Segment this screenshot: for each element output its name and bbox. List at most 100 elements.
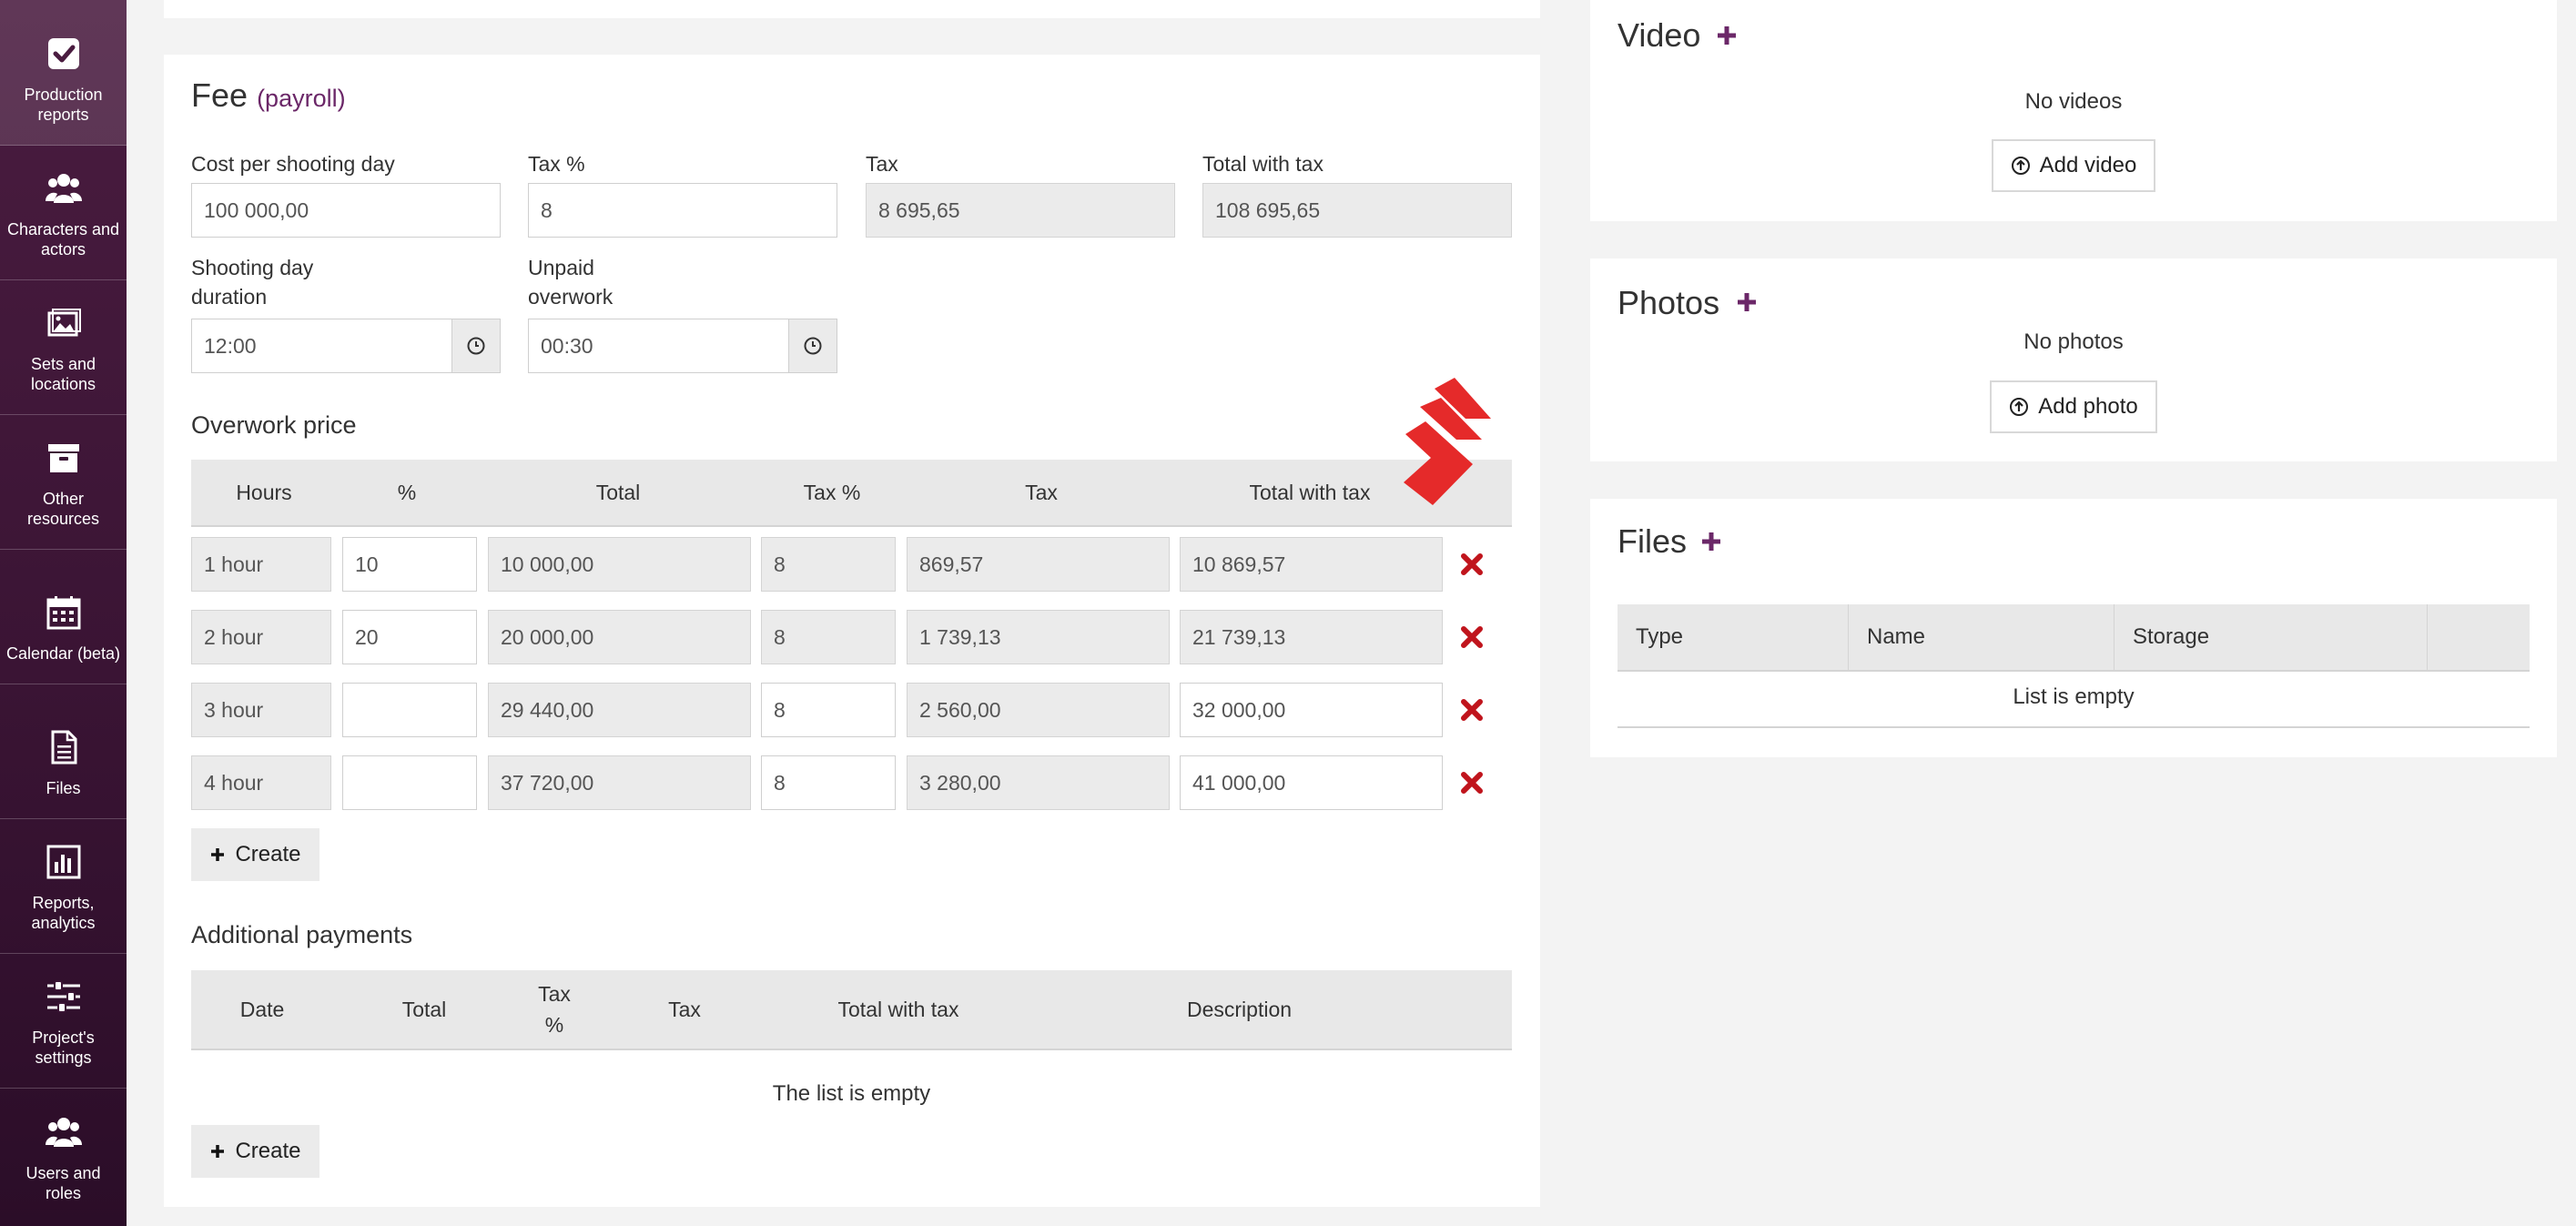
total-cell: 20 000,00 xyxy=(488,610,751,664)
cost-input[interactable]: 100 000,00 xyxy=(191,183,501,238)
additional-payments-empty: The list is empty xyxy=(772,1081,931,1106)
total-cell: 37 720,00 xyxy=(488,755,751,810)
percent-input[interactable] xyxy=(342,683,477,737)
duration-clock-button[interactable] xyxy=(451,319,501,373)
sidebar-item-users-and-roles[interactable]: Users and roles xyxy=(0,1089,127,1223)
column-header: % xyxy=(397,481,417,504)
sidebar-item-projects-settings[interactable]: Project's settings xyxy=(0,954,127,1089)
previous-card xyxy=(164,0,1540,18)
column-header-line: Tax xyxy=(538,982,571,1006)
overwork-price-title: Overwork price xyxy=(191,411,357,439)
tax-cell: 2 560,00 xyxy=(907,683,1170,737)
sidebar-item-label: Users and roles xyxy=(25,1164,101,1202)
image-icon xyxy=(47,309,81,337)
total-with-tax-input[interactable]: 41 000,00 xyxy=(1180,755,1443,810)
column-header: Total with tax xyxy=(837,998,959,1021)
checkbox-icon xyxy=(47,38,79,69)
clock-icon xyxy=(467,337,485,355)
column-header: Tax xyxy=(668,998,701,1021)
sidebar-item-label: Production reports xyxy=(24,86,103,124)
upload-circle-icon xyxy=(2010,398,2029,416)
sidebar-item-other-resources[interactable]: Other resources xyxy=(0,415,127,550)
add-video-button[interactable]: Add video xyxy=(1992,139,2155,192)
cost-label: Cost per shooting day xyxy=(191,152,395,176)
sidebar-item-label: Calendar (beta) xyxy=(5,644,121,663)
fee-subtitle: (payroll) xyxy=(257,85,346,112)
overwork-table-header: Hours % Total Tax % Tax Total with tax xyxy=(191,460,1512,527)
column-header: Tax xyxy=(1025,481,1058,504)
total-with-tax-label: Total with tax xyxy=(1202,152,1323,176)
column-header-line: % xyxy=(544,1013,564,1037)
column-header: Storage xyxy=(2115,604,2428,670)
additional-create-button[interactable]: Create xyxy=(191,1125,319,1178)
delete-icon[interactable] xyxy=(1458,769,1486,796)
tax-percent-label: Tax % xyxy=(528,152,585,176)
plus-icon xyxy=(211,848,225,861)
sidebar-item-production-reports[interactable]: Production reports xyxy=(0,0,127,146)
column-header-tax-percent: Tax % xyxy=(515,970,593,1049)
tax-percent-input[interactable]: 8 xyxy=(761,683,896,737)
column-header: Hours xyxy=(236,481,292,504)
tax-percent-input[interactable]: 8 xyxy=(761,755,896,810)
sidebar-item-calendar[interactable]: Calendar (beta) xyxy=(0,550,127,684)
files-empty: List is empty xyxy=(2013,684,2135,709)
create-label: Create xyxy=(235,1139,301,1163)
calendar-icon xyxy=(46,596,80,630)
video-title: Video xyxy=(1618,16,1701,54)
photos-title: Photos xyxy=(1618,284,1720,321)
files-card: Files Type Name Storage List is empty xyxy=(1590,499,2557,757)
total-cell: 10 000,00 xyxy=(488,537,751,592)
unpaid-overwork-label: Unpaid overwork xyxy=(528,253,613,311)
duration-input[interactable]: 12:00 xyxy=(191,319,452,373)
photos-empty: No photos xyxy=(2023,329,2124,354)
bar-chart-icon xyxy=(46,845,80,879)
unpaid-clock-button[interactable] xyxy=(788,319,837,373)
sidebar-item-sets-and-locations[interactable]: Sets and locations xyxy=(0,280,127,415)
tax-cell: 1 739,13 xyxy=(907,610,1170,664)
tax-cell: 3 280,00 xyxy=(907,755,1170,810)
red-chevron-logo-icon xyxy=(1404,378,1491,505)
add-file-plus-icon[interactable] xyxy=(1701,532,1721,552)
video-card: Video No videos Add video xyxy=(1590,0,2557,221)
column-header: Date xyxy=(239,998,285,1021)
duration-label-line: Shooting day xyxy=(191,256,314,279)
add-video-plus-icon[interactable] xyxy=(1717,25,1737,46)
overwork-create-button[interactable]: Create xyxy=(191,828,319,881)
tax-cell: 869,57 xyxy=(907,537,1170,592)
additional-payments-header: Date Total Tax % Tax Total with tax Desc… xyxy=(191,970,1512,1050)
column-header: Description xyxy=(1187,998,1293,1021)
archive-box-icon xyxy=(47,444,79,472)
tax-percent-input[interactable]: 8 xyxy=(528,183,837,238)
sidebar-item-label: Other resources xyxy=(26,490,100,528)
unpaid-label-line: Unpaid xyxy=(528,256,594,279)
total-with-tax-cell: 10 869,57 xyxy=(1180,537,1443,592)
file-icon xyxy=(51,730,76,765)
column-header: Type xyxy=(1618,604,1849,670)
percent-input[interactable]: 20 xyxy=(342,610,477,664)
hours-cell: 1 hour xyxy=(191,537,331,592)
delete-icon[interactable] xyxy=(1458,696,1486,724)
total-with-tax-input[interactable]: 32 000,00 xyxy=(1180,683,1443,737)
unpaid-overwork-input[interactable]: 00:30 xyxy=(528,319,789,373)
percent-input[interactable] xyxy=(342,755,477,810)
delete-icon[interactable] xyxy=(1458,551,1486,578)
video-empty: No videos xyxy=(2024,89,2123,114)
sidebar-item-reports-analytics[interactable]: Reports, analytics xyxy=(0,819,127,954)
tax-percent-cell: 8 xyxy=(761,610,896,664)
fee-title-text: Fee xyxy=(191,76,248,114)
divider xyxy=(1618,726,2530,728)
users-icon xyxy=(45,1118,82,1147)
files-table-header: Type Name Storage xyxy=(1618,604,2530,672)
create-label: Create xyxy=(235,842,301,866)
sidebar-item-characters-and-actors[interactable]: Characters and actors xyxy=(0,146,127,280)
delete-icon[interactable] xyxy=(1458,623,1486,651)
add-photo-button[interactable]: Add photo xyxy=(1990,380,2157,433)
add-photo-plus-icon[interactable] xyxy=(1737,292,1757,312)
percent-input[interactable]: 10 xyxy=(342,537,477,592)
sidebar-item-label: Characters and actors xyxy=(6,220,120,258)
photos-card: Photos No photos Add photo xyxy=(1590,258,2557,461)
add-video-label: Add video xyxy=(2039,153,2137,177)
plus-icon xyxy=(211,1145,225,1158)
files-title: Files xyxy=(1618,522,1688,560)
sidebar-item-files[interactable]: Files xyxy=(0,684,127,819)
